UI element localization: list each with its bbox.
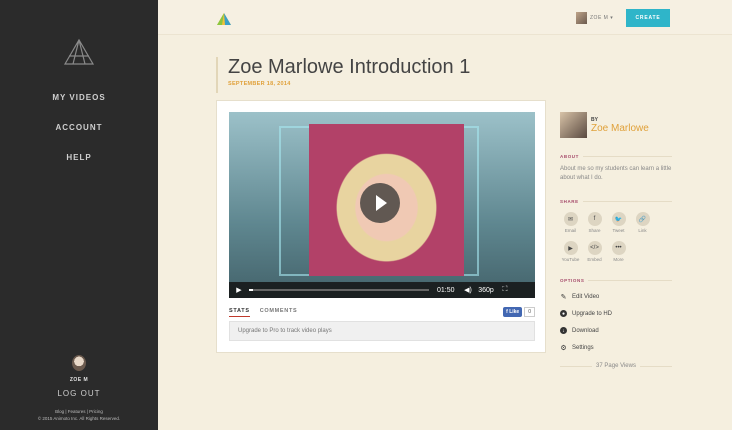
facebook-like: f Like 0 [503,307,535,317]
tab-stats[interactable]: STATS [229,308,250,317]
hd-icon: ● [560,310,567,317]
share-more[interactable]: ••• More [608,241,629,262]
author-name[interactable]: Zoe Marlowe [591,123,649,134]
option-label: Edit Video [572,293,600,300]
twitter-icon: 🐦 [611,212,626,226]
share-label: YouTube [561,257,580,262]
share-facebook[interactable]: f Share [584,212,605,233]
gear-icon: ⚙ [560,344,567,352]
player-controls: ▶ 01:50 ◀) 360p ⛶ [229,282,535,298]
create-button[interactable]: CREATE [626,9,670,27]
facebook-like-button[interactable]: f Like [503,307,523,317]
avatar [576,12,587,24]
video-date: SEPTEMBER 18, 2014 [228,81,291,87]
video-player[interactable]: ▶ 01:50 ◀) 360p ⛶ [229,112,535,298]
edit-video-option[interactable]: ✎ Edit Video [560,293,672,301]
share-tweet[interactable]: 🐦 Tweet [608,212,629,233]
copyright: © 2015 Animoto Inc. All Rights Reserved. [37,416,121,421]
share-label: Tweet [612,228,625,233]
download-option[interactable]: ↓ Download [560,327,672,334]
share-embed[interactable]: </> Embed [584,241,605,262]
embed-icon: </> [587,241,602,255]
like-count: 0 [524,307,535,317]
youtube-icon: ▶ [563,241,578,255]
page-title: Zoe Marlowe Introduction 1 [228,56,471,78]
sidebar-footer: Blog | Features | Pricing © 2015 Animoto… [0,408,158,422]
footer-links[interactable]: Blog | Features | Pricing [0,408,158,415]
share-youtube[interactable]: ▶ YouTube [560,241,581,262]
logout-link[interactable]: LOG OUT [0,389,158,398]
fullscreen-icon[interactable]: ⛶ [497,286,513,294]
volume-icon[interactable]: ◀) [461,286,475,294]
avatar[interactable] [72,355,86,371]
sidebar-user: ZOE M LOG OUT [0,355,158,398]
page-views: 37 Page Views [560,363,672,369]
tab-comments[interactable]: COMMENTS [260,308,298,316]
about-heading: ABOUT [560,154,672,159]
share-email[interactable]: ✉ Email [560,212,581,233]
share-label: Link [638,228,647,233]
pencil-icon: ✎ [560,293,567,301]
share-label: Share [588,228,601,233]
share-row-2: ▶ YouTube </> Embed ••• More [560,241,672,262]
sidebar-item-my-videos[interactable]: MY VIDEOS [0,93,158,102]
animoto-logo-icon[interactable] [59,36,99,68]
topbar: ZOE M ▾ CREATE [158,0,732,35]
share-label: Embed [587,257,602,262]
animoto-logo-icon[interactable] [216,12,232,26]
more-icon: ••• [611,241,626,255]
option-label: Download [572,327,599,334]
about-text: About me so my students can learn a litt… [560,166,672,181]
user-menu[interactable]: ZOE M ▾ [576,12,613,24]
author-text: BY Zoe Marlowe [591,117,649,134]
facebook-icon: f [587,212,602,226]
share-link[interactable]: 🔗 Link [632,212,653,233]
user-menu-label: ZOE M ▾ [590,15,614,21]
progress-bar[interactable] [249,289,429,291]
play-icon[interactable]: ▶ [229,286,249,294]
upgrade-hd-option[interactable]: ● Upgrade to HD [560,310,672,317]
title-block: Zoe Marlowe Introduction 1 SEPTEMBER 18,… [216,57,470,93]
video-time: 01:50 [437,286,455,294]
share-heading: SHARE [560,199,672,204]
tabs: STATS COMMENTS f Like 0 [229,307,535,317]
option-label: Upgrade to HD [572,310,613,317]
share-label: More [613,257,624,262]
quality-selector[interactable]: 360p [475,287,497,294]
options-heading: OPTIONS [560,278,672,283]
avatar[interactable] [560,112,587,138]
author-block: BY Zoe Marlowe [560,112,672,138]
page-views-count: 37 Page Views [596,363,636,369]
sidebar-item-account[interactable]: ACCOUNT [0,123,158,132]
share-row-1: ✉ Email f Share 🐦 Tweet 🔗 Link [560,212,672,233]
link-icon: 🔗 [635,212,650,226]
sidebar-nav: MY VIDEOS ACCOUNT HELP [0,93,158,183]
sidebar-item-help[interactable]: HELP [0,153,158,162]
email-icon: ✉ [563,212,578,226]
sidebar-username: ZOE M [69,377,89,383]
download-icon: ↓ [560,327,567,334]
settings-option[interactable]: ⚙ Settings [560,344,672,352]
upgrade-notice[interactable]: Upgrade to Pro to track video plays [229,321,535,341]
share-label: Email [564,228,577,233]
option-label: Settings [572,344,594,351]
video-details: BY Zoe Marlowe ABOUT About me so my stud… [560,112,672,369]
sidebar: MY VIDEOS ACCOUNT HELP ZOE M LOG OUT Blo… [0,0,158,430]
play-button[interactable] [360,183,400,223]
video-card: ▶ 01:50 ◀) 360p ⛶ STATS COMMENTS f Like … [216,100,546,353]
